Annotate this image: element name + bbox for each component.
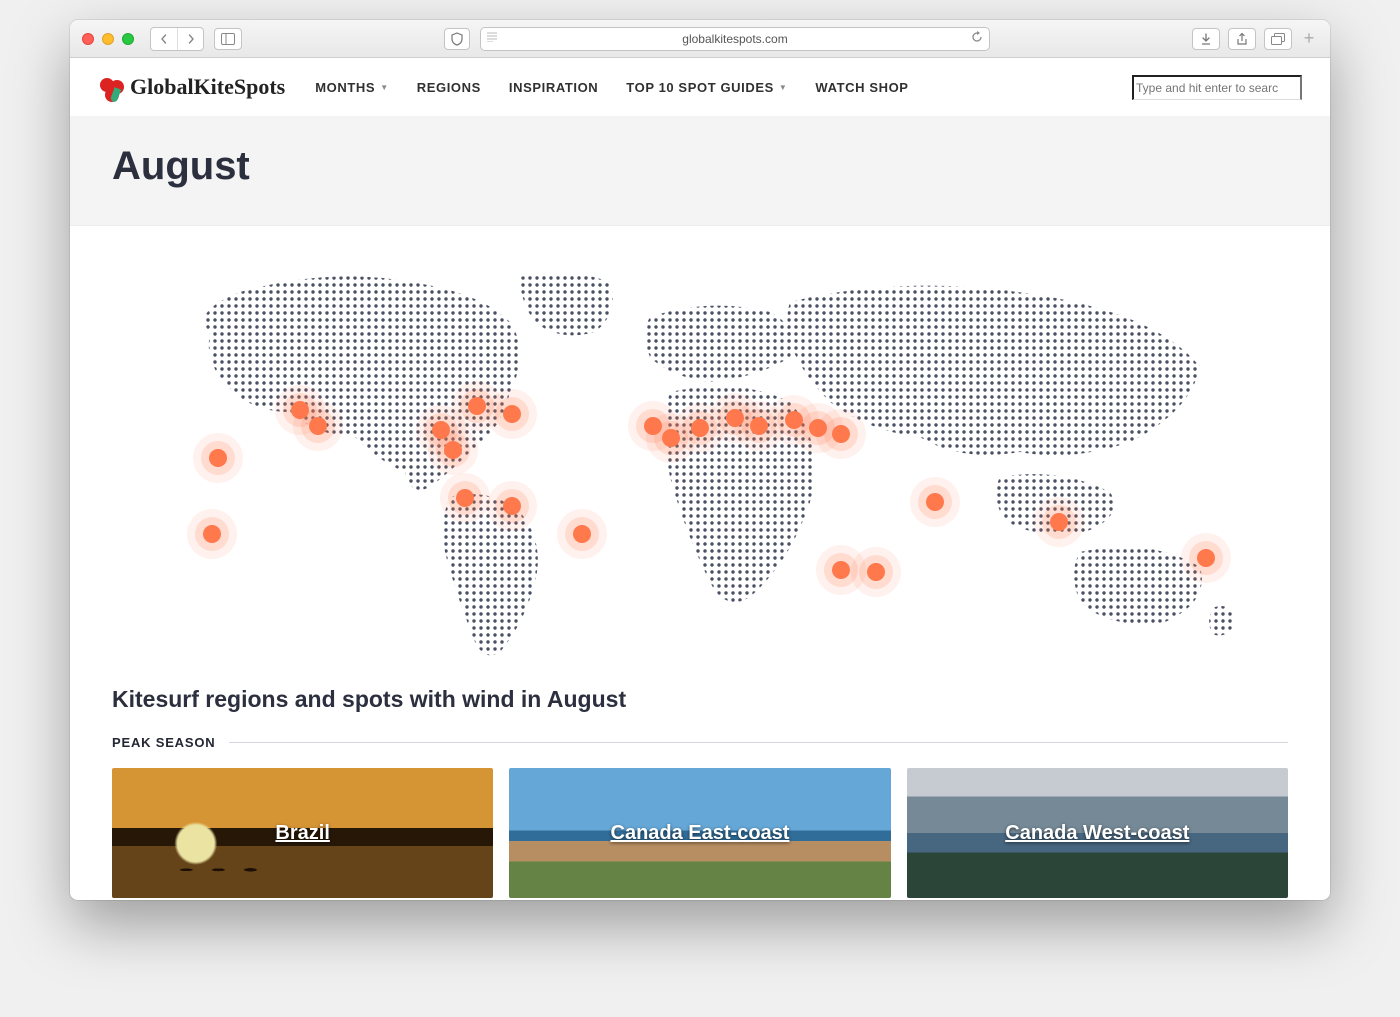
map-hotspot[interactable]	[691, 419, 709, 437]
map-section	[70, 226, 1330, 672]
nav-back-forward	[150, 27, 204, 51]
nav-months[interactable]: MONTHS ▼	[315, 80, 388, 95]
map-hotspot[interactable]	[503, 497, 521, 515]
forward-button[interactable]	[177, 28, 203, 50]
reader-mode-icon[interactable]	[486, 32, 498, 45]
map-hotspot[interactable]	[468, 397, 486, 415]
section-label: PEAK SEASON	[112, 735, 215, 750]
hero-band: August	[70, 116, 1330, 226]
world-map-svg	[112, 262, 1288, 662]
site-logo[interactable]: GlobalKiteSpots	[98, 74, 285, 100]
downloads-icon[interactable]	[1192, 28, 1220, 50]
address-bar[interactable]: globalkitespots.com	[480, 27, 990, 51]
map-hotspot[interactable]	[444, 441, 462, 459]
map-hotspot[interactable]	[750, 417, 768, 435]
map-hotspot[interactable]	[1197, 549, 1215, 567]
region-card-canada-east[interactable]: Canada East-coast	[509, 768, 890, 898]
search-input[interactable]	[1132, 75, 1302, 100]
divider-line	[229, 742, 1288, 743]
minimize-icon[interactable]	[102, 33, 114, 45]
map-hotspot[interactable]	[926, 493, 944, 511]
map-hotspot[interactable]	[832, 425, 850, 443]
region-card-title: Canada East-coast	[611, 822, 790, 845]
region-card-canada-west[interactable]: Canada West-coast	[907, 768, 1288, 898]
browser-titlebar: globalkitespots.com +	[70, 20, 1330, 58]
address-bar-wrap: globalkitespots.com	[252, 27, 1182, 51]
map-hotspot[interactable]	[867, 563, 885, 581]
map-hotspot[interactable]	[209, 449, 227, 467]
close-icon[interactable]	[82, 33, 94, 45]
map-hotspot[interactable]	[503, 405, 521, 423]
chevron-down-icon: ▼	[779, 83, 788, 92]
window-controls	[82, 33, 134, 45]
site-header: GlobalKiteSpots MONTHS ▼ REGIONS INSPIRA…	[70, 58, 1330, 116]
map-hotspot[interactable]	[456, 489, 474, 507]
map-hotspot[interactable]	[1050, 513, 1068, 531]
region-card-brazil[interactable]: Brazil	[112, 768, 493, 898]
toolbar-right: +	[1192, 28, 1318, 50]
privacy-shield-icon[interactable]	[444, 28, 470, 50]
region-cards: Brazil Canada East-coast Canada West-coa…	[70, 768, 1330, 900]
subheading: Kitesurf regions and spots with wind in …	[70, 672, 1330, 721]
section-divider: PEAK SEASON	[70, 721, 1330, 768]
logo-flower-icon	[98, 74, 124, 100]
region-card-title: Brazil	[275, 822, 329, 845]
world-map[interactable]	[112, 262, 1288, 662]
map-hotspot[interactable]	[573, 525, 591, 543]
subheading-text: Kitesurf regions and spots with wind in …	[112, 686, 1288, 713]
page-title: August	[112, 144, 1288, 189]
maximize-icon[interactable]	[122, 33, 134, 45]
main-nav: MONTHS ▼ REGIONS INSPIRATION TOP 10 SPOT…	[315, 80, 908, 95]
nav-shop[interactable]: WATCH SHOP	[815, 80, 908, 95]
nav-guides[interactable]: TOP 10 SPOT GUIDES ▼	[626, 80, 787, 95]
nav-regions[interactable]: REGIONS	[417, 80, 481, 95]
map-hotspot[interactable]	[203, 525, 221, 543]
share-icon[interactable]	[1228, 28, 1256, 50]
chevron-down-icon: ▼	[380, 83, 389, 92]
page-viewport[interactable]: GlobalKiteSpots MONTHS ▼ REGIONS INSPIRA…	[70, 58, 1330, 900]
new-tab-button[interactable]: +	[1300, 28, 1318, 49]
sidebar-toggle-button[interactable]	[214, 28, 242, 50]
region-card-title: Canada West-coast	[1005, 822, 1189, 845]
browser-window: globalkitespots.com + GlobalKiteS	[70, 20, 1330, 900]
reload-icon[interactable]	[971, 31, 983, 46]
address-url: globalkitespots.com	[682, 32, 787, 46]
tabs-icon[interactable]	[1264, 28, 1292, 50]
nav-inspiration[interactable]: INSPIRATION	[509, 80, 598, 95]
back-button[interactable]	[151, 28, 177, 50]
logo-text: GlobalKiteSpots	[130, 74, 285, 100]
map-hotspot[interactable]	[309, 417, 327, 435]
map-hotspot[interactable]	[832, 561, 850, 579]
